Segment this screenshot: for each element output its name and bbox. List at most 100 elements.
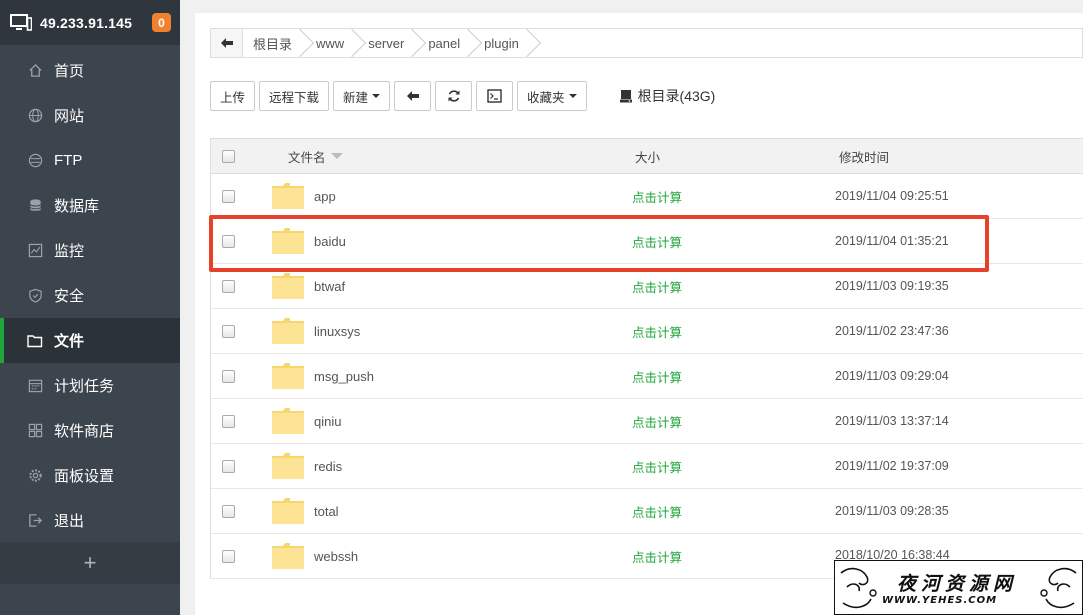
logout-icon (27, 513, 43, 529)
folder-icon (27, 333, 43, 349)
arrow-left-icon (406, 91, 419, 101)
size-calc-link[interactable]: 点击计算 (632, 187, 682, 206)
table-row[interactable]: app 点击计算 2019/11/04 09:25:51 (211, 174, 1083, 219)
sidebar-item-logout[interactable]: 退出 (0, 498, 180, 543)
terminal-icon (487, 89, 502, 103)
ornament-right-icon (1040, 567, 1077, 609)
row-checkbox[interactable] (222, 279, 235, 293)
caret-down-icon (372, 94, 381, 98)
sidebar-item-label: 面板设置 (54, 468, 115, 485)
sidebar-item-label: 网站 (54, 108, 85, 125)
row-checkbox[interactable] (222, 504, 235, 518)
breadcrumb-item[interactable]: 根目录 (243, 29, 302, 57)
file-name[interactable]: btwaf (314, 279, 345, 294)
file-name[interactable]: msg_push (314, 369, 374, 384)
sidebar-item-label: 安全 (54, 288, 85, 305)
sidebar-item-settings[interactable]: 面板设置 (0, 453, 180, 498)
sidebar-item-home[interactable]: 首页 (0, 48, 180, 93)
select-all-checkbox[interactable] (222, 149, 235, 163)
globe-icon (27, 108, 43, 124)
sidebar-item-security[interactable]: 安全 (0, 273, 180, 318)
column-header-modified[interactable]: 修改时间 (839, 147, 889, 166)
sidebar-item-label: 数据库 (54, 198, 100, 215)
add-shortcut-button[interactable]: + (0, 542, 180, 584)
sidebar-item-label: 软件商店 (54, 423, 115, 440)
refresh-button[interactable] (435, 81, 473, 111)
sidebar-item-database[interactable]: 数据库 (0, 183, 180, 228)
table-row[interactable]: linuxsys 点击计算 2019/11/02 23:47:36 (211, 309, 1083, 354)
file-name[interactable]: linuxsys (314, 324, 360, 339)
database-icon (27, 198, 43, 214)
table-row[interactable]: redis 点击计算 2019/11/02 19:37:09 (211, 444, 1083, 489)
modified-time: 2019/11/04 01:35:21 (835, 234, 949, 248)
row-checkbox[interactable] (222, 414, 235, 428)
column-header-name[interactable]: 文件名 (288, 147, 343, 166)
sidebar-item-label: 监控 (54, 243, 85, 260)
gear-icon (27, 468, 43, 484)
row-checkbox[interactable] (222, 549, 235, 563)
folder-icon (272, 273, 304, 299)
sidebar-menu: 首页 网站 FTP 数据库 监控 安全 文件 计划任务 软件商店 面板设置 退出 (0, 48, 180, 543)
file-name[interactable]: app (314, 189, 336, 204)
sidebar-item-ftp[interactable]: FTP (0, 138, 180, 183)
folder-icon (272, 228, 304, 254)
size-calc-link[interactable]: 点击计算 (632, 277, 682, 296)
watermark-title: 夜河资源网 (897, 573, 1018, 595)
shield-icon (27, 288, 43, 304)
row-checkbox[interactable] (222, 324, 235, 338)
size-calc-link[interactable]: 点击计算 (632, 457, 682, 476)
sidebar-item-website[interactable]: 网站 (0, 93, 180, 138)
watermark: 夜河资源网 WWW.YEHES.COM (834, 560, 1083, 615)
folder-icon (272, 363, 304, 389)
sidebar-item-store[interactable]: 软件商店 (0, 408, 180, 453)
remote-download-button[interactable]: 远程下载 (259, 81, 330, 111)
size-calc-link[interactable]: 点击计算 (632, 502, 682, 521)
table-row[interactable]: btwaf 点击计算 2019/11/03 09:19:35 (211, 264, 1083, 309)
modified-time: 2019/11/03 09:19:35 (835, 279, 949, 293)
table-row[interactable]: msg_push 点击计算 2019/11/03 09:29:04 (211, 354, 1083, 399)
file-name[interactable]: redis (314, 459, 342, 474)
new-dropdown-button[interactable]: 新建 (333, 81, 391, 111)
terminal-button[interactable] (476, 81, 514, 111)
size-calc-link[interactable]: 点击计算 (632, 547, 682, 566)
size-calc-link[interactable]: 点击计算 (632, 367, 682, 386)
caret-down-icon (568, 94, 577, 98)
row-checkbox[interactable] (222, 369, 235, 383)
breadcrumb-back-button[interactable] (211, 29, 243, 57)
file-table: 文件名 大小 修改时间 app 点击计算 2019/11/04 09:25:51… (210, 138, 1083, 579)
modified-time: 2019/11/03 09:29:04 (835, 369, 949, 383)
sidebar-item-files[interactable]: 文件 (0, 318, 180, 363)
row-checkbox[interactable] (222, 189, 235, 203)
disk-selector[interactable]: 根目录(43G) (619, 86, 715, 106)
size-calc-link[interactable]: 点击计算 (632, 412, 682, 431)
arrow-left-icon (220, 38, 233, 48)
sidebar-item-monitor[interactable]: 监控 (0, 228, 180, 273)
upload-button[interactable]: 上传 (210, 81, 256, 111)
row-checkbox[interactable] (222, 459, 235, 473)
file-name[interactable]: total (314, 504, 339, 519)
ftp-icon (27, 153, 43, 169)
server-header: 49.233.91.145 0 (0, 0, 180, 45)
file-name[interactable]: webssh (314, 549, 358, 564)
breadcrumb: 根目录 www server panel plugin (210, 28, 1083, 58)
notification-badge[interactable]: 0 (152, 13, 171, 32)
file-name[interactable]: qiniu (314, 414, 341, 429)
modified-time: 2019/11/02 23:47:36 (835, 324, 949, 338)
folder-icon (272, 543, 304, 569)
back-button[interactable] (394, 81, 432, 111)
sidebar-item-cron[interactable]: 计划任务 (0, 363, 180, 408)
table-row[interactable]: baidu 点击计算 2019/11/04 01:35:21 (211, 219, 1083, 264)
file-manager-panel: 根目录 www server panel plugin 上传 远程下载 新建 收… (195, 13, 1083, 615)
size-calc-link[interactable]: 点击计算 (632, 232, 682, 251)
grid-icon (27, 423, 43, 439)
size-calc-link[interactable]: 点击计算 (632, 322, 682, 341)
table-row[interactable]: total 点击计算 2019/11/03 09:28:35 (211, 489, 1083, 534)
column-header-size[interactable]: 大小 (635, 147, 660, 166)
row-checkbox[interactable] (222, 234, 235, 248)
server-ip[interactable]: 49.233.91.145 (40, 15, 132, 31)
folder-icon (272, 408, 304, 434)
sidebar-item-label: 首页 (54, 63, 85, 80)
table-row[interactable]: qiniu 点击计算 2019/11/03 13:37:14 (211, 399, 1083, 444)
favorites-dropdown-button[interactable]: 收藏夹 (517, 81, 587, 111)
file-name[interactable]: baidu (314, 234, 346, 249)
